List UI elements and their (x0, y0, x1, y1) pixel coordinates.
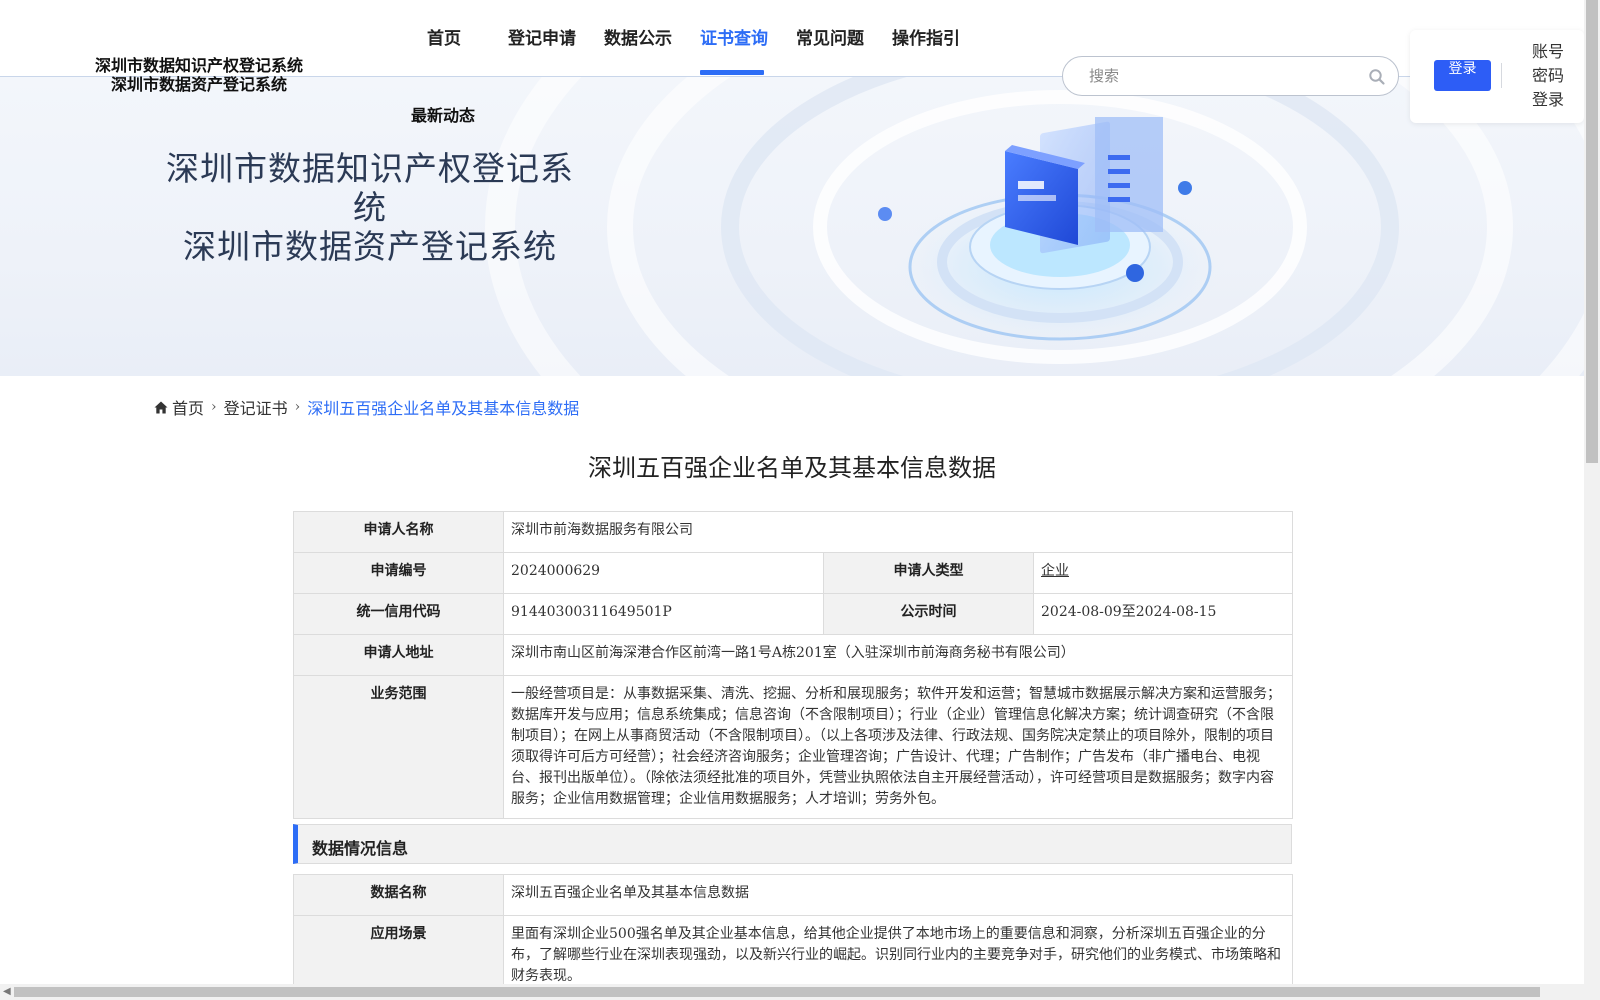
login-panel: 登录 账号密码登录 (1410, 30, 1584, 123)
data-info-section-header: 数据情况信息 (293, 824, 1292, 864)
data-name-value: 深圳五百强企业名单及其基本信息数据 (503, 874, 1293, 916)
login-divider (1501, 63, 1502, 88)
horizontal-scrollbar[interactable]: ◀ (0, 984, 1584, 1000)
search-input[interactable] (1089, 65, 1349, 87)
table-row: 业务范围 一般经营项目是：从事数据采集、清洗、挖掘、分析和展现服务；软件开发和运… (293, 675, 1294, 819)
applicant-address-label: 申请人地址 (293, 634, 504, 676)
table-row: 申请编号 2024000629 申请人类型 企业 (293, 552, 1294, 594)
nav-operation-guide[interactable]: 操作指引 (892, 24, 960, 49)
applicant-type-label: 申请人类型 (823, 552, 1034, 594)
application-number-value: 2024000629 (503, 552, 824, 594)
password-login-link[interactable]: 账号密码登录 (1528, 40, 1568, 112)
table-row: 数据名称 深圳五百强企业名单及其基本信息数据 (293, 874, 1293, 916)
system-logo-text[interactable]: 深圳市数据知识产权登记系统 深圳市数据资产登记系统 (86, 56, 312, 94)
logo-line2: 深圳市数据资产登记系统 (110, 75, 287, 94)
nav-home[interactable]: 首页 (427, 24, 461, 49)
search-icon[interactable] (1368, 68, 1386, 86)
nav-active-indicator (700, 70, 764, 75)
banner-title-line2: 深圳市数据资产登记系统 (183, 227, 557, 266)
data-name-label: 数据名称 (293, 874, 504, 916)
publicity-period-label: 公示时间 (823, 593, 1034, 635)
search-box (1062, 56, 1399, 96)
applicant-type-value: 企业 (1032, 552, 1294, 594)
scroll-left-icon[interactable]: ◀ (3, 986, 11, 997)
hero-banner: 深圳市数据知识产权登记系统 深圳市数据资产登记系统 (0, 76, 1584, 376)
chevron-right-icon: › (211, 399, 217, 415)
applicant-name-label: 申请人名称 (293, 511, 504, 553)
vertical-scroll-thumb[interactable] (1586, 0, 1598, 463)
applicant-address-value: 深圳市南山区前海深港合作区前湾一路1号A栋201室（入驻深圳市前海商务秘书有限公… (502, 634, 1294, 676)
page-title: 深圳五百强企业名单及其基本信息数据 (588, 454, 996, 482)
business-scope-value: 一般经营项目是：从事数据采集、清洗、挖掘、分析和展现服务；软件开发和运营；智慧城… (502, 675, 1294, 819)
home-icon (154, 401, 168, 413)
banner-title-line1: 深圳市数据知识产权登记系统 (166, 149, 574, 227)
nav-data-publicity[interactable]: 数据公示 (604, 24, 672, 49)
logo-line1: 深圳市数据知识产权登记系统 (94, 56, 303, 75)
horizontal-scroll-thumb[interactable] (14, 987, 1540, 997)
banner-title: 深圳市数据知识产权登记系统 深圳市数据资产登记系统 (150, 149, 590, 266)
chevron-right-icon: › (294, 399, 301, 415)
nav-certificate-query[interactable]: 证书查询 (700, 24, 768, 49)
breadcrumb-home[interactable]: 首页 (172, 395, 204, 419)
breadcrumb: 首页 › 登记证书 › 深圳五百强企业名单及其基本信息数据 (154, 395, 579, 419)
business-scope-label: 业务范围 (293, 675, 504, 819)
login-button[interactable]: 登录 (1434, 60, 1491, 91)
section-heading: 数据情况信息 (312, 839, 409, 858)
vertical-scrollbar[interactable] (1584, 0, 1600, 1000)
table-row: 申请人地址 深圳市南山区前海深港合作区前湾一路1号A栋201室（入驻深圳市前海商… (293, 634, 1294, 676)
nav-faq[interactable]: 常见问题 (796, 24, 864, 49)
data-info-table: 数据名称 深圳五百强企业名单及其基本信息数据 应用场景 里面有深圳企业500强名… (293, 874, 1293, 996)
credit-code-label: 统一信用代码 (293, 593, 504, 635)
applicant-info-table: 申请人名称 深圳市前海数据服务有限公司 申请编号 2024000629 申请人类… (293, 511, 1294, 819)
application-number-label: 申请编号 (293, 552, 504, 594)
latest-news-link[interactable]: 最新动态 (411, 102, 475, 126)
table-row: 申请人名称 深圳市前海数据服务有限公司 (293, 511, 1294, 553)
table-row: 统一信用代码 91440300311649501P 公示时间 2024-08-0… (293, 593, 1294, 635)
applicant-name-value: 深圳市前海数据服务有限公司 (502, 511, 1294, 553)
credit-code-value: 91440300311649501P (503, 593, 824, 635)
breadcrumb-certificates[interactable]: 登记证书 (224, 395, 288, 419)
publicity-period-value: 2024-08-09至2024-08-15 (1032, 593, 1294, 635)
breadcrumb-current: 深圳五百强企业名单及其基本信息数据 (307, 399, 580, 418)
nav-register-apply[interactable]: 登记申请 (508, 24, 576, 49)
